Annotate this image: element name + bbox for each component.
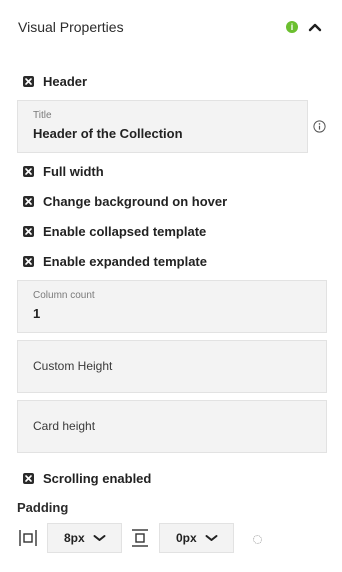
checkbox-checked-icon[interactable]: [23, 165, 34, 177]
padding-horizontal-value: 8px: [64, 531, 85, 545]
title-field[interactable]: Title Header of the Collection: [17, 100, 308, 153]
enable-collapsed-checkbox-row[interactable]: Enable collapsed template: [23, 223, 206, 239]
chevron-down-icon: [205, 535, 218, 541]
panel-title: Visual Properties: [18, 19, 124, 35]
checkbox-checked-icon[interactable]: [23, 472, 34, 484]
card-height-placeholder: Card height: [33, 419, 96, 433]
padding-vertical-icon: [132, 529, 148, 547]
checkbox-checked-icon[interactable]: [23, 255, 34, 267]
panel-header: Visual Properties i: [18, 18, 324, 40]
info-icon[interactable]: i: [286, 21, 298, 33]
full-width-label: Full width: [43, 163, 104, 179]
checkbox-checked-icon[interactable]: [23, 75, 34, 87]
scrolling-enabled-checkbox-row[interactable]: Scrolling enabled: [23, 470, 151, 486]
header-checkbox-label: Header: [43, 73, 88, 89]
change-bg-hover-label: Change background on hover: [43, 193, 228, 209]
enable-expanded-checkbox-row[interactable]: Enable expanded template: [23, 253, 207, 269]
title-field-value: Header of the Collection: [33, 126, 183, 141]
change-bg-hover-checkbox-row[interactable]: Change background on hover: [23, 193, 227, 209]
chevron-down-icon: [93, 535, 106, 541]
enable-collapsed-label: Enable collapsed template: [43, 223, 207, 239]
loading-spinner-icon: [253, 535, 262, 544]
enable-expanded-label: Enable expanded template: [43, 253, 207, 269]
card-height-field[interactable]: Card height: [17, 400, 327, 453]
padding-label: Padding: [17, 500, 69, 515]
chevron-up-icon[interactable]: [308, 20, 322, 34]
custom-height-placeholder: Custom Height: [33, 359, 113, 373]
scrolling-enabled-label: Scrolling enabled: [43, 470, 152, 486]
full-width-checkbox-row[interactable]: Full width: [23, 163, 104, 179]
padding-horizontal-select[interactable]: 8px: [47, 523, 122, 553]
padding-vertical-select[interactable]: 0px: [159, 523, 234, 553]
column-count-field[interactable]: Column count 1: [17, 280, 327, 333]
checkbox-checked-icon[interactable]: [23, 195, 34, 207]
padding-horizontal-icon: [19, 530, 37, 546]
column-count-label: Column count: [33, 290, 95, 301]
padding-vertical-value: 0px: [176, 531, 197, 545]
column-count-value: 1: [33, 306, 41, 321]
info-outline-icon[interactable]: [313, 120, 326, 133]
custom-height-field[interactable]: Custom Height: [17, 340, 327, 393]
header-checkbox-row[interactable]: Header: [23, 73, 87, 89]
checkbox-checked-icon[interactable]: [23, 225, 34, 237]
title-field-label: Title: [33, 110, 52, 121]
